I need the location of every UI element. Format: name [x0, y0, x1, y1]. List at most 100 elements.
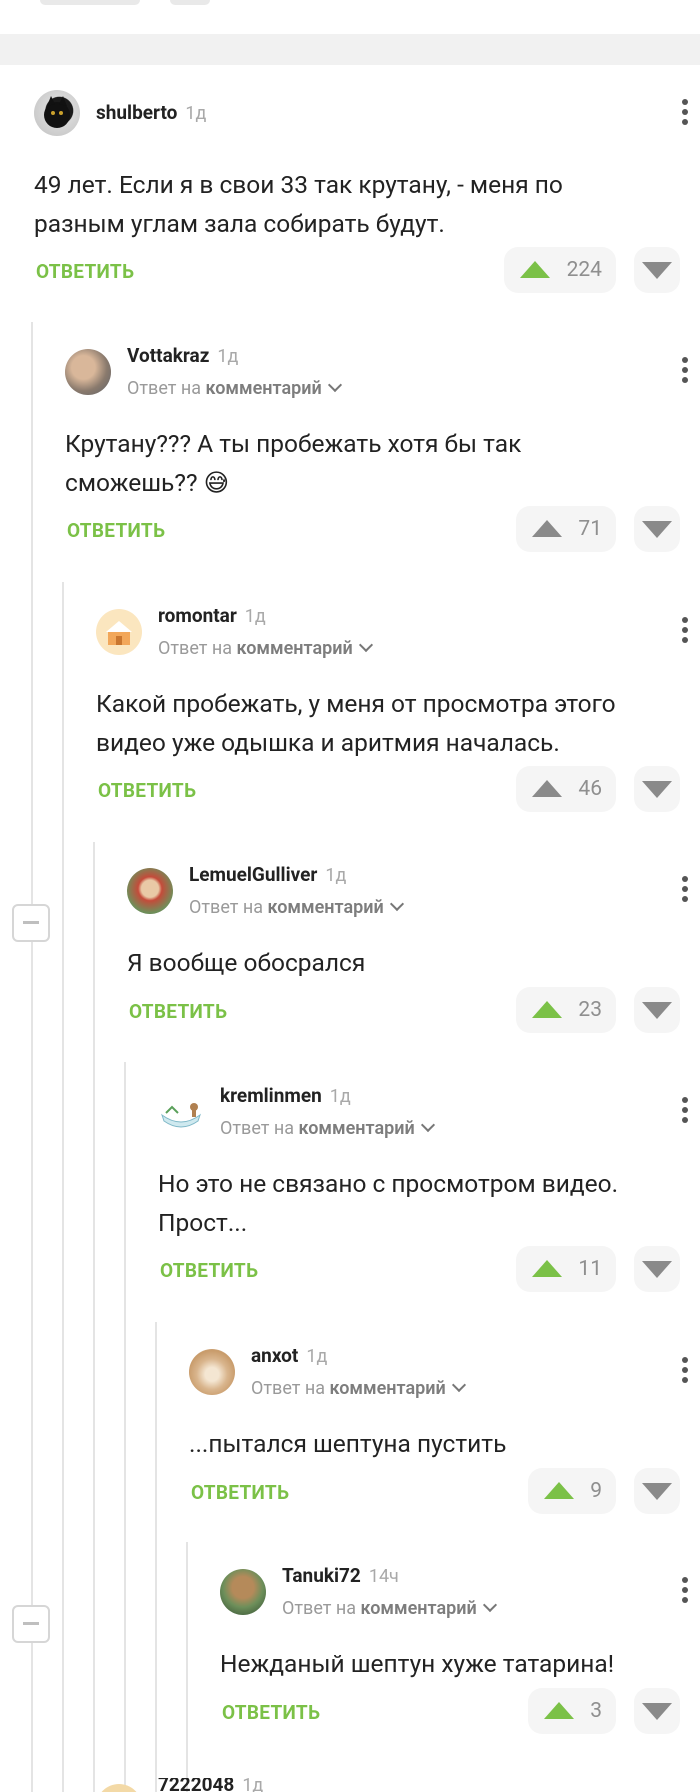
- arrow-up-icon: [532, 1260, 562, 1277]
- arrow-down-icon: [642, 1483, 672, 1500]
- comment-time: 14ч: [368, 1566, 399, 1587]
- vote-count: 9: [590, 1479, 602, 1503]
- username[interactable]: romontar 1д: [158, 604, 266, 627]
- reply-button[interactable]: ОТВЕТИТЬ: [36, 260, 134, 283]
- more-vert-icon[interactable]: [680, 1095, 690, 1125]
- vote-count: 3: [590, 1699, 602, 1723]
- comment-time: 1д: [217, 346, 239, 367]
- reply-button[interactable]: ОТВЕТИТЬ: [222, 1701, 320, 1724]
- arrow-up-icon: [532, 520, 562, 537]
- username[interactable]: shulberto 1д: [96, 101, 206, 124]
- downvote-button[interactable]: [634, 987, 680, 1033]
- arrow-up-icon: [532, 1001, 562, 1018]
- username[interactable]: LemuelGulliver 1д: [189, 863, 346, 886]
- reply-button[interactable]: ОТВЕТИТЬ: [98, 779, 196, 802]
- username[interactable]: kremlinmen 1д: [220, 1084, 351, 1107]
- comment-body: 49 лет. Если я в свои 33 так крутану, - …: [34, 170, 563, 238]
- avatar[interactable]: [158, 1089, 204, 1135]
- vote-count: 46: [578, 777, 602, 801]
- section-gap: [0, 34, 700, 65]
- comment: Tanuki72 14ч Ответ на комментарий Нежданы…: [220, 1564, 700, 1741]
- comment-time: 1д: [325, 865, 347, 886]
- arrow-down-icon: [642, 521, 672, 538]
- username[interactable]: Vottakraz 1д: [127, 344, 238, 367]
- chevron-down-icon: [420, 1117, 435, 1133]
- arrow-down-icon: [642, 1261, 672, 1278]
- thread-line: [93, 842, 95, 1792]
- reply-button[interactable]: ОТВЕТИТЬ: [129, 1000, 227, 1023]
- chevron-down-icon: [482, 1597, 497, 1613]
- upvote-button[interactable]: 9: [528, 1468, 616, 1514]
- upvote-button[interactable]: 224: [504, 247, 616, 293]
- collapse-thread-button[interactable]: [12, 904, 50, 942]
- more-vert-icon[interactable]: [680, 355, 690, 385]
- upvote-button[interactable]: 23: [516, 987, 616, 1033]
- downvote-button[interactable]: [634, 247, 680, 293]
- comment: romontar 1д Ответ на комментарий Какой пр…: [96, 604, 700, 821]
- avatar[interactable]: [34, 90, 80, 136]
- avatar[interactable]: [65, 349, 111, 395]
- more-vert-icon[interactable]: [680, 97, 690, 127]
- arrow-down-icon: [642, 1703, 672, 1720]
- avatar[interactable]: [189, 1349, 235, 1395]
- thread-line: [186, 1542, 188, 1792]
- comment-body: Какой пробежать, у меня от просмотра это…: [96, 689, 616, 757]
- comment: anxot 1д Ответ на комментарий ...пытался …: [189, 1344, 700, 1521]
- comment-time: 1д: [329, 1086, 351, 1107]
- downvote-button[interactable]: [634, 1688, 680, 1734]
- downvote-button[interactable]: [634, 766, 680, 812]
- downvote-button[interactable]: [634, 1246, 680, 1292]
- arrow-down-icon: [642, 262, 672, 279]
- more-vert-icon[interactable]: [680, 1355, 690, 1385]
- avatar[interactable]: [96, 1784, 142, 1792]
- upvote-button[interactable]: 11: [516, 1246, 616, 1292]
- more-vert-icon[interactable]: [680, 874, 690, 904]
- chevron-down-icon: [451, 1377, 466, 1393]
- avatar[interactable]: [127, 868, 173, 914]
- thread-line: [62, 582, 64, 1792]
- arrow-up-icon: [532, 780, 562, 797]
- comment-body: Я вообще обосрался: [127, 948, 366, 977]
- reply-to-link[interactable]: Ответ на комментарий: [220, 1117, 435, 1139]
- reply-button[interactable]: ОТВЕТИТЬ: [67, 519, 165, 542]
- tab-stub: [170, 0, 210, 5]
- comment-partial: 7222048 1д: [96, 1778, 700, 1792]
- username[interactable]: anxot 1д: [251, 1344, 327, 1367]
- reply-button[interactable]: ОТВЕТИТЬ: [191, 1481, 289, 1504]
- chevron-down-icon: [327, 377, 342, 393]
- upvote-button[interactable]: 46: [516, 766, 616, 812]
- more-vert-icon[interactable]: [680, 1575, 690, 1605]
- username[interactable]: Tanuki72 14ч: [282, 1564, 399, 1587]
- downvote-button[interactable]: [634, 1468, 680, 1514]
- top-bar: [0, 0, 700, 34]
- chevron-down-icon: [358, 637, 373, 653]
- more-vert-icon[interactable]: [680, 615, 690, 645]
- upvote-button[interactable]: 71: [516, 506, 616, 552]
- arrow-up-icon: [544, 1702, 574, 1719]
- comment-body: Нежданый шептун хуже татарина!: [220, 1649, 615, 1678]
- reply-to-link[interactable]: Ответ на комментарий: [251, 1377, 466, 1399]
- collapse-thread-button[interactable]: [12, 1605, 50, 1643]
- arrow-up-icon: [520, 261, 550, 278]
- chevron-down-icon: [389, 896, 404, 912]
- arrow-down-icon: [642, 1002, 672, 1019]
- upvote-button[interactable]: 3: [528, 1688, 616, 1734]
- avatar[interactable]: [96, 609, 142, 655]
- thread-line: [124, 1062, 126, 1792]
- comment-body: Крутану??? А ты пробежать хотя бы так см…: [65, 429, 522, 497]
- reply-to-link[interactable]: Ответ на комментарий: [158, 637, 373, 659]
- reply-to-link[interactable]: Ответ на комментарий: [282, 1597, 497, 1619]
- reply-to-link[interactable]: Ответ на комментарий: [127, 377, 342, 399]
- downvote-button[interactable]: [634, 506, 680, 552]
- arrow-up-icon: [544, 1482, 574, 1499]
- username[interactable]: 7222048 1д: [158, 1778, 263, 1792]
- reply-to-link[interactable]: Ответ на комментарий: [189, 896, 404, 918]
- comment: Vottakraz 1д Ответ на комментарий Крутану…: [65, 344, 700, 561]
- comment-time: 1д: [185, 103, 207, 124]
- comment-time: 1д: [244, 606, 266, 627]
- cat-avatar-icon: [44, 96, 70, 128]
- avatar[interactable]: [220, 1569, 266, 1615]
- thread-line: [155, 1322, 157, 1792]
- reply-button[interactable]: ОТВЕТИТЬ: [160, 1259, 258, 1282]
- thread-line: [31, 322, 33, 1792]
